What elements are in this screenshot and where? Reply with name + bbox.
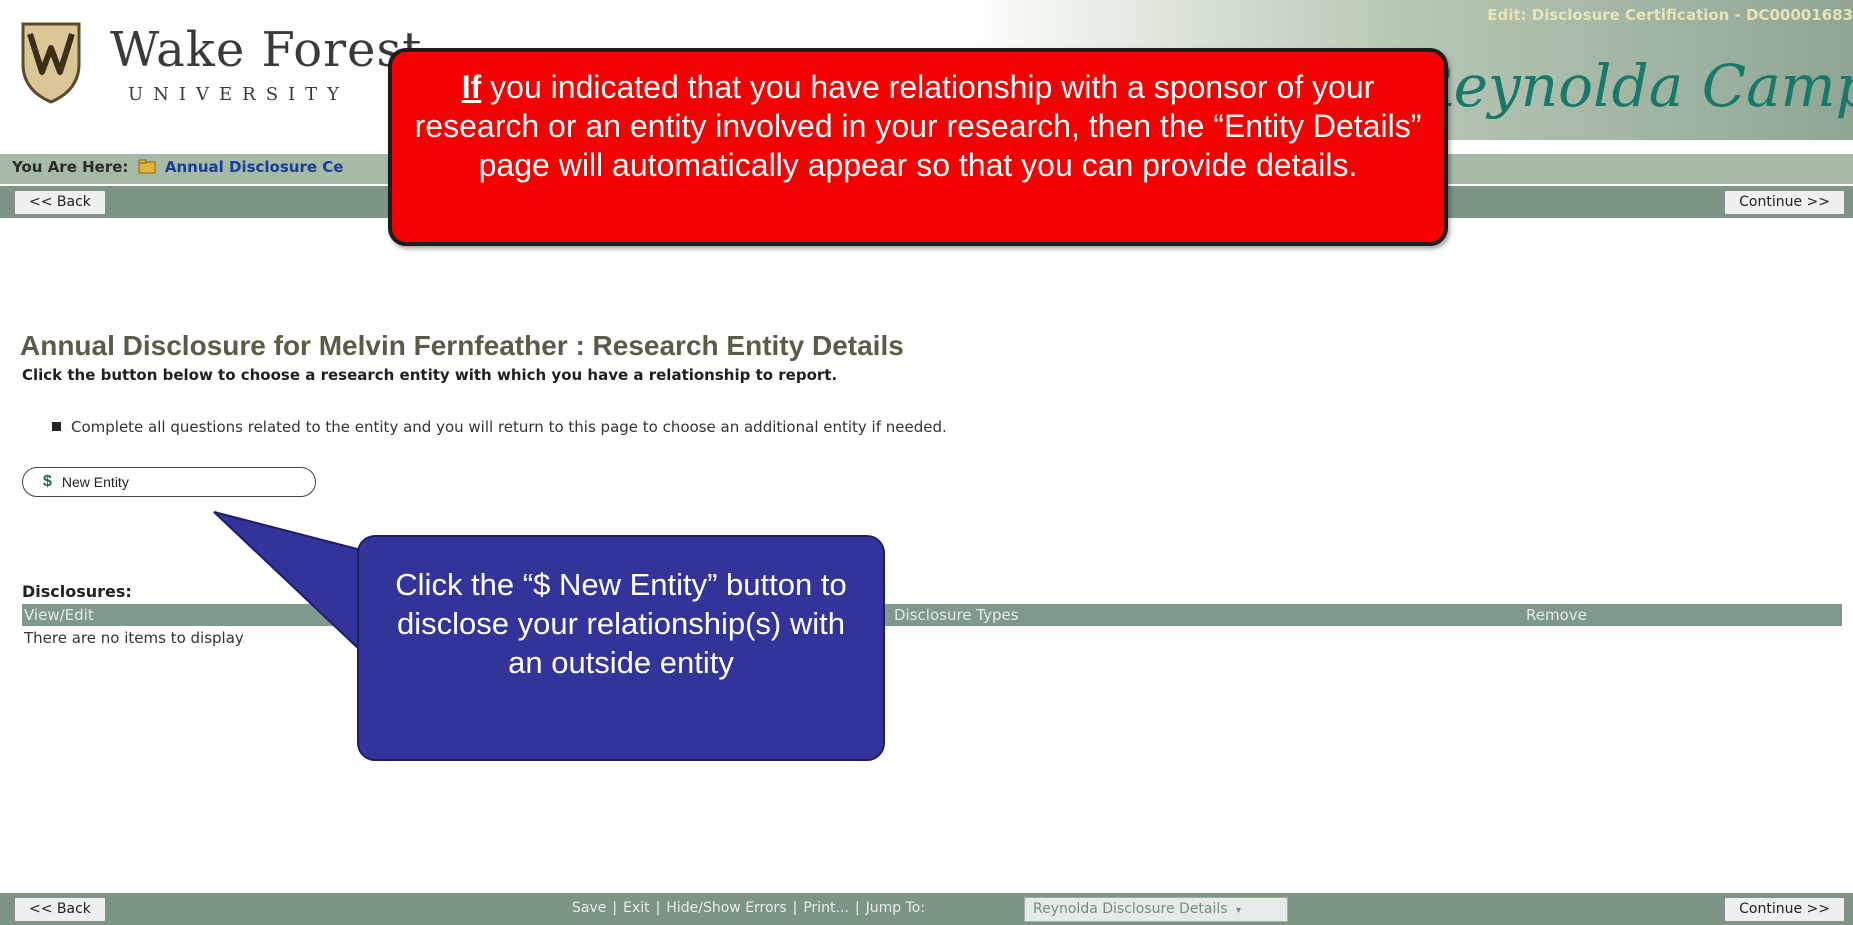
- callout-if: If: [461, 69, 482, 105]
- disclosures-label: Disclosures:: [22, 582, 132, 601]
- university-name: Wake Forest: [110, 22, 423, 78]
- jump-to-label: Jump To:: [865, 900, 926, 916]
- new-entity-label: New Entity: [61, 474, 129, 490]
- red-callout-text: you indicated that you have relationship…: [414, 69, 1422, 183]
- new-entity-button[interactable]: $ New Entity: [22, 467, 316, 497]
- wake-forest-logo: [21, 22, 81, 104]
- campus-name: Reynolda Campus: [1410, 52, 1853, 120]
- back-button-bottom[interactable]: << Back: [14, 897, 106, 922]
- bullet-text: Complete all questions related to the en…: [71, 418, 947, 436]
- separator: |: [612, 900, 618, 916]
- separator: |: [854, 900, 860, 916]
- column-remove: Remove: [1526, 606, 1587, 624]
- university-sub: UNIVERSITY: [128, 84, 350, 105]
- save-link[interactable]: Save: [572, 900, 606, 916]
- breadcrumb-link[interactable]: Annual Disclosure Ce: [165, 158, 344, 176]
- separator: |: [655, 900, 661, 916]
- jump-to-select[interactable]: Reynolda Disclosure Details ▾: [1024, 897, 1288, 922]
- continue-button[interactable]: Continue >>: [1724, 190, 1845, 215]
- footer-links: Save | Exit | Hide/Show Errors | Print... | Jump…: [572, 900, 925, 916]
- page-title: Annual Disclosure for Melvin Fernfeather…: [20, 330, 904, 361]
- continue-button-bottom[interactable]: Continue >>: [1724, 897, 1845, 922]
- hide-show-errors-link[interactable]: Hide/Show Errors: [666, 900, 786, 916]
- bottom-nav-bar: << Back Save | Exit | Hide/Show Errors | Print…: [0, 893, 1853, 925]
- print-link[interactable]: Print...: [803, 900, 849, 916]
- blue-callout: Click the “$ New Entity” button to discl…: [357, 535, 885, 761]
- column-view-edit: View/Edit: [24, 606, 94, 624]
- exit-link[interactable]: Exit: [623, 900, 650, 916]
- back-button[interactable]: << Back: [14, 190, 106, 215]
- chevron-down-icon: ▾: [1236, 905, 1242, 916]
- folder-icon: [138, 159, 156, 174]
- separator: |: [792, 900, 798, 916]
- bullet-item: Complete all questions related to the en…: [52, 418, 947, 436]
- bullet-square-icon: [52, 422, 61, 431]
- disclosures-table-header: View/Edit Disclosure Types Remove: [22, 604, 1842, 626]
- red-callout: If you indicated that you have relations…: [388, 48, 1448, 246]
- jump-to-value: Reynolda Disclosure Details: [1033, 901, 1228, 917]
- dollar-icon: $: [43, 473, 52, 490]
- column-disclosure-types: Disclosure Types: [894, 606, 1019, 624]
- edit-title: Edit: Disclosure Certification - DC00001…: [1487, 6, 1853, 24]
- instruction-text: Click the button below to choose a resea…: [22, 366, 838, 384]
- empty-table-message: There are no items to display: [24, 629, 244, 647]
- breadcrumb-prefix: You Are Here:: [12, 158, 129, 176]
